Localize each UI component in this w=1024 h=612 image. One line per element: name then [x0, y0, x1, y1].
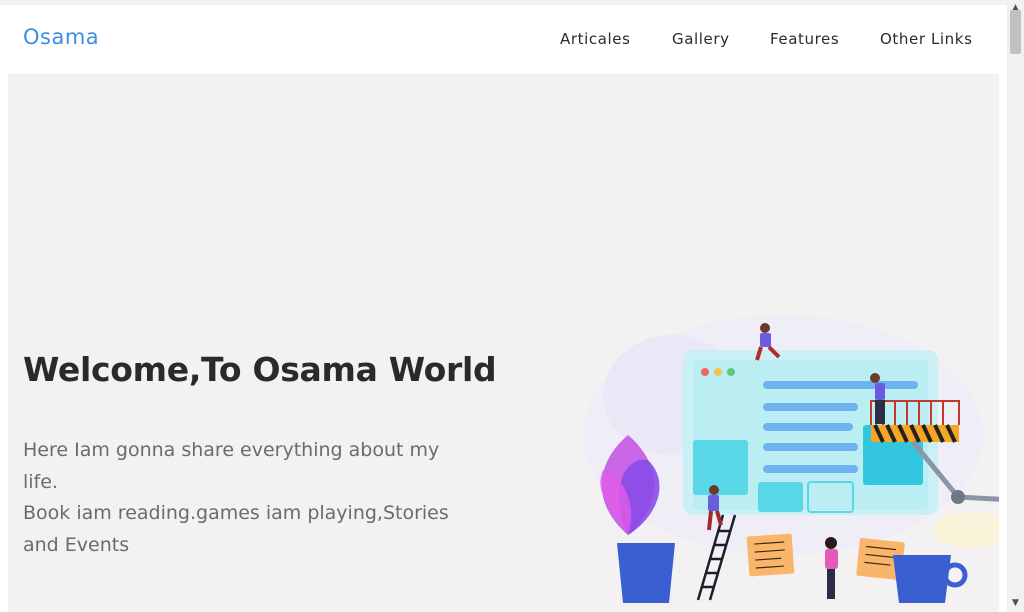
window-dot-red	[701, 368, 709, 376]
content-block	[758, 482, 803, 512]
nav-link-articales[interactable]: Articales	[560, 30, 631, 48]
person-body	[825, 549, 838, 569]
nav-link-features[interactable]: Features	[770, 30, 839, 48]
content-bar	[763, 465, 858, 473]
sticky-note	[746, 533, 795, 577]
hero-description-line-2: Book iam reading.games iam playing,Stori…	[23, 502, 449, 556]
page-body: Osama Articales Gallery Features Other L…	[8, 5, 999, 612]
person-head	[825, 537, 837, 549]
window-dot-yellow	[714, 368, 722, 376]
person-legs	[875, 400, 885, 424]
person-head	[760, 323, 770, 333]
person-head	[709, 485, 719, 495]
scrollbar-thumb[interactable]	[1010, 10, 1021, 54]
plant-pot	[617, 543, 675, 603]
team-building-website-illustration	[583, 315, 999, 603]
vertical-scrollbar[interactable]: ▲ ▼	[1007, 0, 1024, 612]
coffee-cup	[893, 555, 951, 603]
content-block	[693, 440, 748, 495]
content-bar	[763, 381, 918, 389]
nav-link-other-links[interactable]: Other Links	[880, 30, 973, 48]
nav-link-gallery[interactable]: Gallery	[672, 30, 730, 48]
person-body	[708, 495, 719, 511]
person-body	[760, 333, 771, 347]
background-blob-yellow	[933, 512, 999, 548]
content-bar	[763, 403, 858, 411]
person-body	[875, 383, 885, 400]
person-head	[870, 373, 880, 383]
lift-joint	[951, 490, 965, 504]
content-bar	[763, 423, 853, 431]
scroll-down-arrow-icon[interactable]: ▼	[1007, 595, 1024, 612]
hero-title: Welcome,To Osama World	[23, 350, 497, 389]
hero-description-line-1: Here Iam gonna share everything about my…	[23, 439, 440, 493]
site-logo[interactable]: Osama	[23, 25, 99, 49]
content-bar	[763, 443, 858, 451]
person-legs	[827, 569, 835, 599]
site-header: Osama Articales Gallery Features Other L…	[8, 5, 999, 74]
window-dot-green	[727, 368, 735, 376]
hero-description: Here Iam gonna share everything about my…	[23, 435, 463, 561]
